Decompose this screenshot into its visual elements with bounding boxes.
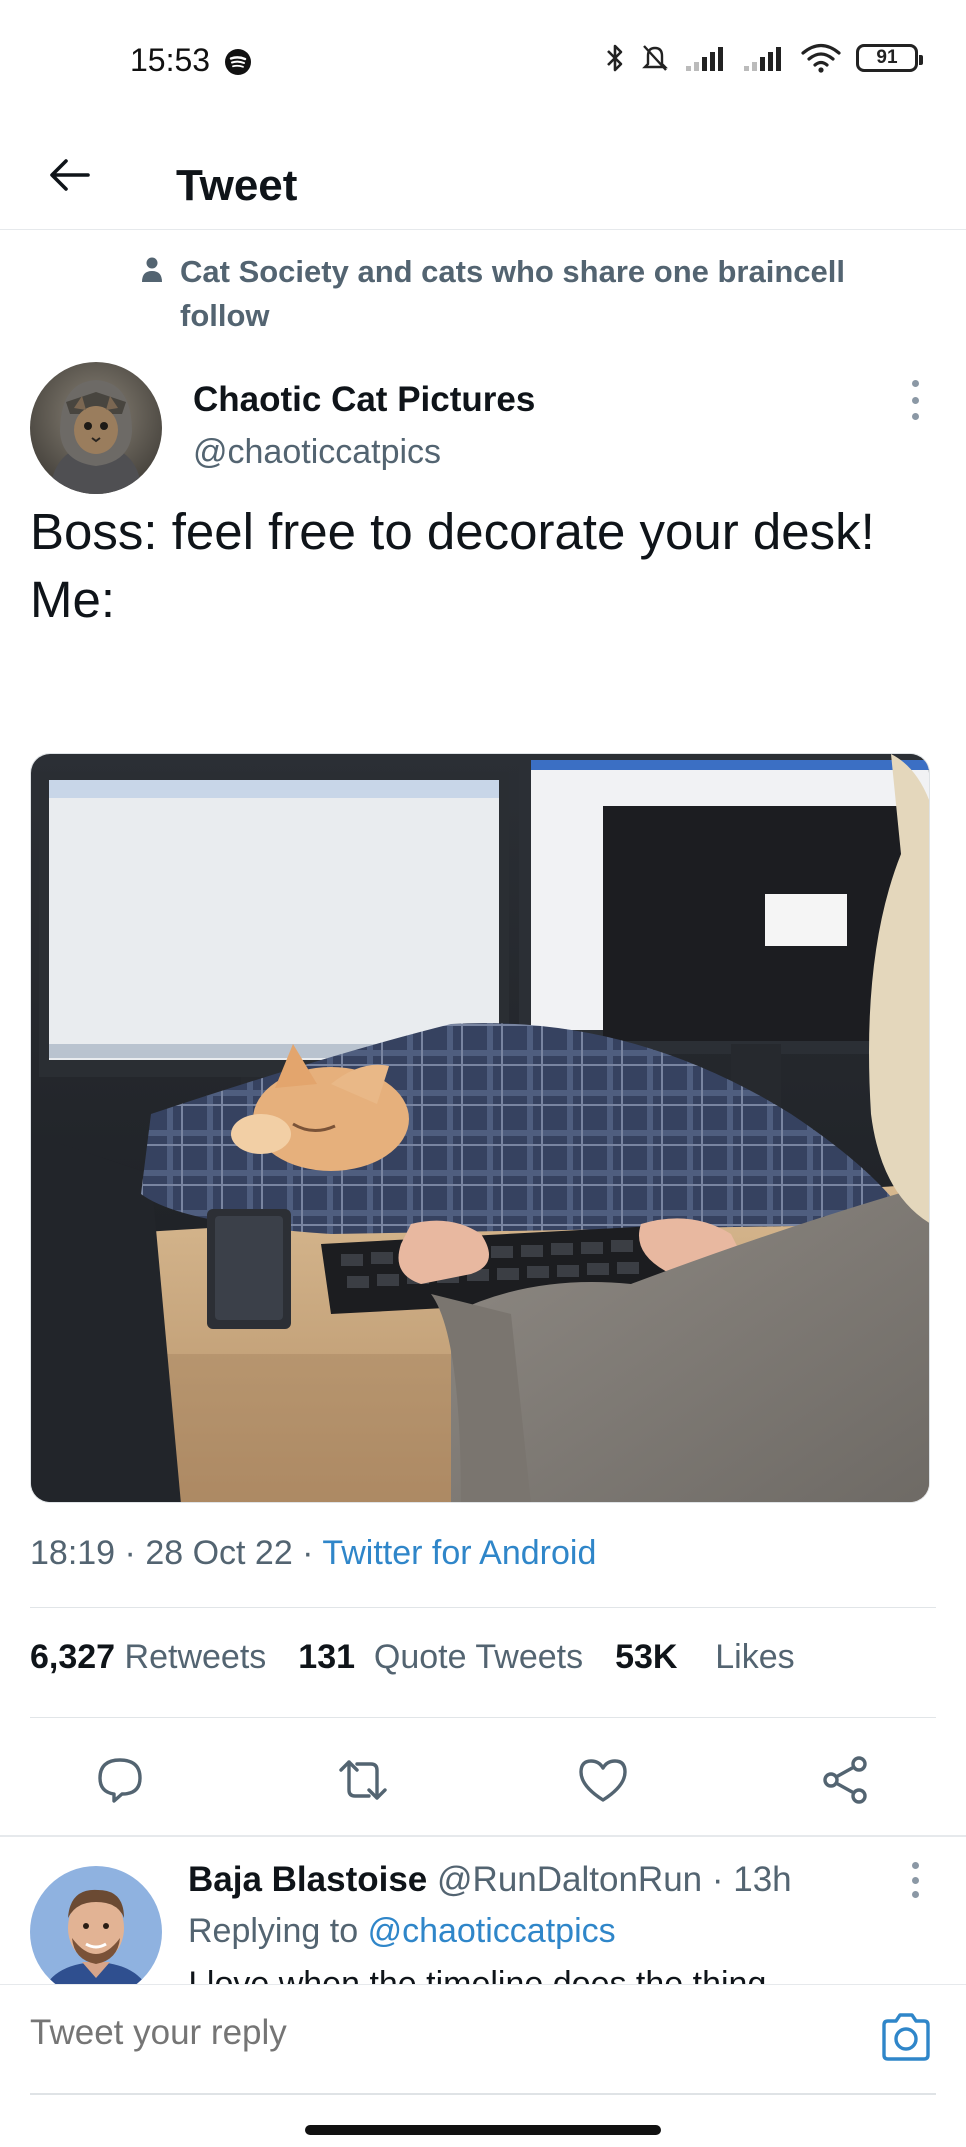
retweet-icon bbox=[339, 1760, 387, 1800]
reply-avatar[interactable] bbox=[30, 1866, 162, 1998]
battery-level: 91 bbox=[876, 47, 898, 68]
reply-time: · 13h bbox=[711, 1860, 792, 1899]
more-dot-icon bbox=[911, 380, 919, 387]
share-button[interactable] bbox=[815, 1750, 875, 1810]
reply-author-handle[interactable]: @RunDaltonRun bbox=[437, 1860, 702, 1899]
knight-cat-avatar-image bbox=[30, 362, 162, 494]
reply-header: Baja Blastoise @RunDaltonRun · 13h bbox=[188, 1860, 792, 1900]
home-indicator[interactable] bbox=[305, 2125, 661, 2135]
reply-more-options-button[interactable] bbox=[905, 1862, 925, 1898]
more-dot-icon bbox=[911, 1876, 919, 1884]
status-icons: 91 bbox=[604, 42, 923, 74]
spotify-icon bbox=[225, 49, 251, 75]
meta-separator: · bbox=[115, 1534, 146, 1572]
likes-count: 53K bbox=[615, 1638, 678, 1676]
bell-muted-icon bbox=[642, 45, 668, 71]
more-dot-icon bbox=[911, 1862, 919, 1869]
tweet-source-link[interactable]: Twitter for Android bbox=[322, 1534, 596, 1572]
wifi-icon bbox=[801, 43, 841, 73]
reply-icon bbox=[98, 1758, 142, 1803]
composer-underline bbox=[30, 2093, 936, 2095]
tweet-detail-screen: 15:53 91 Tweet Cat Society and cats who … bbox=[0, 0, 966, 2147]
like-button[interactable] bbox=[573, 1750, 633, 1810]
reply-avatar-image bbox=[30, 1866, 162, 1998]
app-header: Tweet bbox=[0, 125, 966, 230]
reply-author-name[interactable]: Baja Blastoise bbox=[188, 1860, 427, 1899]
divider bbox=[30, 1717, 936, 1718]
battery-indicator: 91 bbox=[856, 44, 923, 72]
status-bar: 15:53 91 bbox=[0, 0, 966, 125]
tweet-text: Boss: feel free to decorate your desk! M… bbox=[30, 503, 875, 628]
tweet-actions bbox=[0, 1720, 966, 1835]
retweets-count: 6,327 bbox=[30, 1638, 116, 1676]
bluetooth-icon bbox=[607, 44, 623, 72]
reply-text: I love when the timeline does the thing bbox=[188, 1965, 767, 1984]
more-dot-icon bbox=[911, 413, 919, 420]
camera-icon bbox=[882, 2013, 930, 2061]
arrow-left-icon bbox=[50, 159, 90, 191]
divider bbox=[30, 1607, 936, 1608]
tweet-date: 28 Oct 22 bbox=[145, 1534, 293, 1572]
retweets-stat[interactable]: 6,327 Retweets bbox=[30, 1638, 266, 1677]
tweet-time: 18:19 bbox=[30, 1534, 116, 1572]
status-time: 15:53 bbox=[130, 42, 211, 78]
retweet-button[interactable] bbox=[333, 1750, 393, 1810]
meta-separator: · bbox=[292, 1534, 323, 1572]
share-icon bbox=[823, 1756, 867, 1804]
divider bbox=[0, 1835, 966, 1837]
heart-icon bbox=[579, 1759, 627, 1802]
reply-input[interactable] bbox=[30, 2013, 850, 2053]
quote-tweets-label: Quote Tweets bbox=[373, 1638, 584, 1676]
replying-to: Replying to @chaoticcatpics bbox=[188, 1912, 616, 1951]
author-name[interactable]: Chaotic Cat Pictures bbox=[193, 380, 535, 420]
more-options-button[interactable] bbox=[905, 380, 925, 420]
author-avatar[interactable] bbox=[30, 362, 162, 494]
person-icon bbox=[142, 257, 162, 282]
quote-tweets-count: 131 bbox=[298, 1638, 356, 1676]
likes-label: Likes bbox=[715, 1638, 795, 1676]
tweet-media[interactable] bbox=[30, 753, 930, 1503]
camera-button[interactable] bbox=[878, 2009, 934, 2065]
likes-stat[interactable]: 53K Likes bbox=[615, 1638, 795, 1677]
replying-to-mention[interactable]: @chaoticcatpics bbox=[368, 1912, 616, 1950]
replying-to-prefix: Replying to bbox=[188, 1912, 359, 1950]
cat-on-desk-photo bbox=[31, 754, 929, 1502]
quote-tweets-stat[interactable]: 131 Quote Tweets bbox=[298, 1638, 583, 1677]
more-dot-icon bbox=[911, 396, 919, 404]
back-button[interactable] bbox=[42, 147, 98, 203]
tweet-meta: 18:19 · 28 Oct 22 · Twitter for Android bbox=[30, 1534, 596, 1573]
retweets-label: Retweets bbox=[124, 1638, 267, 1676]
author-handle[interactable]: @chaoticcatpics bbox=[193, 433, 441, 472]
social-context[interactable]: Cat Society and cats who share one brain… bbox=[140, 250, 900, 338]
tweet-stats: 6,327 Retweets 131 Quote Tweets 53K Like… bbox=[30, 1638, 795, 1677]
more-dot-icon bbox=[911, 1891, 919, 1898]
reply-button[interactable] bbox=[90, 1750, 150, 1810]
reply-composer bbox=[0, 1984, 966, 2095]
signal-icon-2 bbox=[744, 47, 781, 71]
signal-icon-1 bbox=[686, 47, 723, 71]
page-title: Tweet bbox=[176, 161, 298, 210]
social-context-text: Cat Society and cats who share one brain… bbox=[180, 254, 845, 333]
